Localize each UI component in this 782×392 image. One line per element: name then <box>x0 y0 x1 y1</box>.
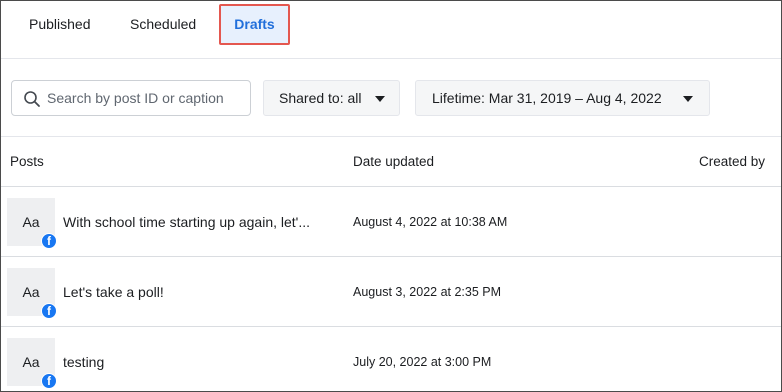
table-row[interactable]: Aa f Let's take a poll! August 3, 2022 a… <box>1 257 781 327</box>
post-date-updated: August 4, 2022 at 10:38 AM <box>353 215 508 229</box>
table-row[interactable]: Aa f testing July 20, 2022 at 3:00 PM <box>1 327 781 391</box>
caret-down-icon <box>375 96 385 102</box>
facebook-icon: f <box>41 233 57 249</box>
column-header-created-by[interactable]: Created by <box>699 137 765 187</box>
search-box[interactable] <box>11 80 251 116</box>
facebook-icon: f <box>41 373 57 389</box>
drafts-panel: Published Scheduled Drafts Shared to: al… <box>0 0 782 392</box>
column-header-posts[interactable]: Posts <box>10 137 44 187</box>
filter-bar: Shared to: all Lifetime: Mar 31, 2019 – … <box>1 59 781 137</box>
table-row[interactable]: Aa f With school time starting up again,… <box>1 187 781 257</box>
date-range-label: Lifetime: Mar 31, 2019 – Aug 4, 2022 <box>432 90 662 106</box>
table-header: Posts Date updated Created by <box>1 137 781 187</box>
caret-down-icon <box>683 96 693 102</box>
facebook-icon: f <box>41 303 57 319</box>
post-date-updated: July 20, 2022 at 3:00 PM <box>353 355 492 369</box>
post-caption[interactable]: testing <box>63 327 104 391</box>
post-tabs: Published Scheduled Drafts <box>1 1 781 59</box>
drafts-list: Aa f With school time starting up again,… <box>1 187 781 391</box>
search-icon <box>24 91 40 107</box>
shared-to-dropdown[interactable]: Shared to: all <box>263 80 400 116</box>
post-caption[interactable]: With school time starting up again, let'… <box>63 187 310 257</box>
tab-scheduled[interactable]: Scheduled <box>130 1 196 48</box>
tab-drafts[interactable]: Drafts <box>219 4 290 45</box>
post-caption[interactable]: Let's take a poll! <box>63 257 164 327</box>
post-date-updated: August 3, 2022 at 2:35 PM <box>353 285 502 299</box>
tab-published[interactable]: Published <box>29 1 91 48</box>
column-header-date-updated[interactable]: Date updated <box>353 137 434 187</box>
search-input[interactable] <box>46 81 246 115</box>
date-range-dropdown[interactable]: Lifetime: Mar 31, 2019 – Aug 4, 2022 <box>415 80 710 116</box>
shared-to-label: Shared to: all <box>279 90 362 106</box>
